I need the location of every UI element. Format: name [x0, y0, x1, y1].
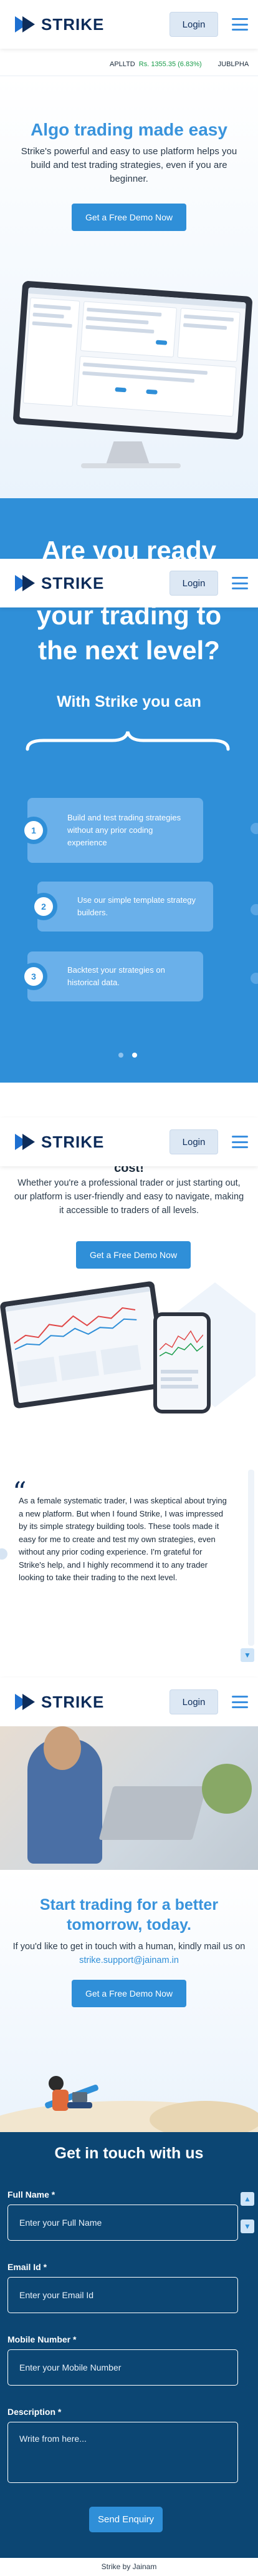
step-text: Backtest your strategies on historical d… — [67, 965, 165, 987]
step-card: 1 Build and test trading strategies with… — [20, 798, 203, 863]
sticky-header: STRIKE Login — [0, 559, 258, 607]
menu-icon[interactable] — [232, 18, 248, 31]
hero-demo-button[interactable]: Get a Free Demo Now — [71, 204, 187, 231]
login-button[interactable]: Login — [170, 1129, 218, 1154]
step-card: 3 Backtest your strategies on historical… — [20, 951, 203, 1001]
strike-logo[interactable]: STRIKE — [15, 574, 104, 593]
strike-logo[interactable]: STRIKE — [15, 15, 104, 34]
testimonial-section: “ As a female systematic trader, I was s… — [0, 1461, 258, 1662]
testimonial-prev-icon[interactable] — [0, 1548, 7, 1560]
stock-ticker: APLLTD Rs. 1355.35 (6.83%) JUBLPHA — [0, 52, 258, 76]
phone-dashboard-image — [153, 1312, 211, 1413]
carousel-dot-active[interactable] — [132, 1053, 137, 1058]
testimonial-scrollbar[interactable] — [248, 1470, 254, 1646]
strike-logo[interactable]: STRIKE — [15, 1133, 104, 1152]
footer-text: Strike by Jainam — [0, 2558, 258, 2576]
ticker-value: Rs. 1355.35 (6.83%) — [138, 60, 202, 68]
logo-chevron-icon — [15, 1134, 37, 1150]
mobile-label: Mobile Number * — [7, 2334, 77, 2344]
contact-form-section: Get in touch with us Full Name * Enter y… — [0, 2132, 258, 2558]
beach-illustration — [0, 2076, 258, 2132]
step-card: 2 Use our simple template strategy build… — [30, 882, 213, 932]
ticker-symbol: APLLTD — [110, 60, 135, 68]
email-label: Email Id * — [7, 2262, 47, 2272]
login-button[interactable]: Login — [170, 571, 218, 596]
laptop-dashboard-image — [0, 1281, 169, 1409]
login-button[interactable]: Login — [170, 12, 218, 37]
ticker-item: APLLTD Rs. 1355.35 (6.83%) — [110, 61, 202, 68]
testimonial-text: As a female systematic trader, I was ske… — [19, 1496, 227, 1582]
mobile-input[interactable]: Enter your Mobile Number — [7, 2349, 238, 2386]
hero-section: Algo trading made easy Strike's powerful… — [0, 76, 258, 498]
sticky-header: STRIKE Login — [0, 1118, 258, 1166]
menu-icon[interactable] — [232, 577, 248, 589]
carousel-next-icon[interactable] — [251, 823, 258, 834]
ready-question-bottom: your trading to the next level? — [36, 601, 222, 665]
step-number-badge: 1 — [20, 817, 47, 844]
carousel-next-icon[interactable] — [251, 973, 258, 984]
contact-title-line2: tomorrow, today. — [67, 1916, 191, 1934]
brand-name: STRIKE — [41, 14, 105, 34]
step-number-badge: 3 — [20, 963, 47, 990]
description-label: Description * — [7, 2407, 62, 2417]
ready-subheading: With Strike you can — [57, 693, 201, 710]
login-button[interactable]: Login — [170, 1689, 218, 1714]
full-name-input[interactable]: Enter your Full Name — [7, 2205, 238, 2241]
logo-chevron-icon — [15, 16, 37, 32]
full-name-label: Full Name * — [7, 2190, 55, 2200]
contact-demo-button[interactable]: Get a Free Demo Now — [71, 1980, 187, 2007]
brand-name: STRIKE — [41, 573, 105, 592]
scroll-down-icon[interactable]: ▼ — [241, 1648, 254, 1662]
desktop-monitor-image — [12, 280, 253, 440]
email-input[interactable]: Enter your Email Id — [7, 2277, 238, 2313]
carousel-dot[interactable] — [118, 1053, 123, 1058]
scroll-up-icon[interactable]: ▲ — [241, 2192, 254, 2206]
monitor-base — [81, 463, 181, 468]
carousel-dots — [118, 1053, 137, 1058]
description-textarea[interactable]: Write from here... — [7, 2422, 238, 2483]
site-header: STRIKE Login — [0, 0, 258, 49]
brand-name: STRIKE — [41, 1132, 105, 1151]
carousel-next-icon[interactable] — [251, 904, 258, 915]
strike-logo[interactable]: STRIKE — [15, 1693, 104, 1712]
hero-description: Strike's powerful and easy to use platfo… — [21, 146, 237, 184]
contact-description: If you'd like to get in touch with a hum… — [12, 1942, 246, 1952]
step-text: Build and test trading strategies withou… — [67, 813, 181, 847]
send-enquiry-button[interactable]: Send Enquiry — [89, 2507, 163, 2532]
hero-title: Algo trading made easy — [31, 120, 227, 139]
contact-hero-section: Start trading for a better tomorrow, tod… — [0, 1870, 258, 2132]
brand-name: STRIKE — [41, 1692, 105, 1711]
support-email-link[interactable]: strike.support@jainam.in — [79, 1955, 179, 1965]
step-text: Use our simple template strategy builder… — [77, 895, 196, 917]
sticky-header: STRIKE Login — [0, 1678, 258, 1726]
platform-description: Whether you're a professional trader or … — [14, 1178, 244, 1216]
menu-icon[interactable] — [232, 1696, 248, 1708]
step-number-badge: 2 — [30, 893, 57, 920]
scroll-down-icon[interactable]: ▼ — [241, 2220, 254, 2233]
menu-icon[interactable] — [232, 1136, 248, 1148]
logo-chevron-icon — [15, 1694, 37, 1710]
ticker-next-symbol: JUBLPHA — [217, 60, 249, 68]
contact-title-line1: Start trading for a better — [39, 1896, 219, 1914]
monitor-stand — [105, 441, 150, 466]
form-title: Get in touch with us — [54, 2145, 204, 2162]
curly-brace-icon — [26, 731, 230, 751]
platform-demo-button[interactable]: Get a Free Demo Now — [76, 1241, 191, 1269]
woman-laptop-photo — [0, 1726, 258, 1870]
logo-chevron-icon — [15, 575, 37, 591]
